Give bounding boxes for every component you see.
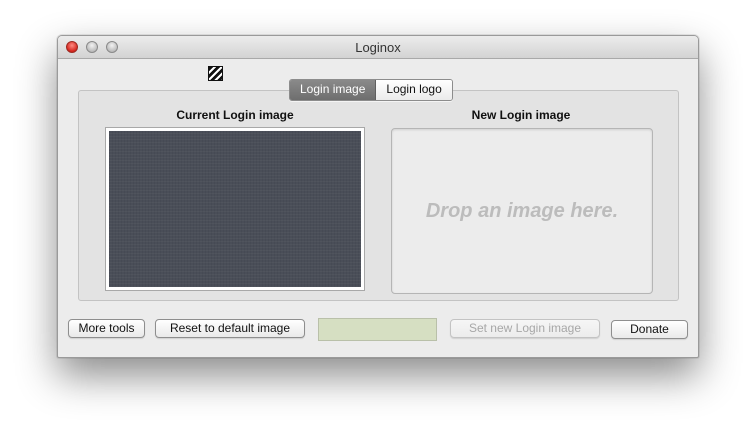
current-login-image-label: Current Login image (176, 108, 294, 122)
title-bar: Loginox (58, 36, 698, 59)
tab-panel: Current Login image New Login image Drop… (78, 90, 679, 301)
tab-login-logo[interactable]: Login logo (376, 80, 452, 100)
set-new-login-image-button[interactable]: Set new Login image (450, 319, 600, 338)
app-window: Loginox Login image Login logo Current L… (57, 35, 699, 358)
more-tools-button[interactable]: More tools (68, 319, 145, 338)
drop-hint-text: Drop an image here. (425, 199, 619, 222)
new-login-image-dropzone[interactable]: Drop an image here. (391, 128, 653, 294)
new-login-image-label: New Login image (471, 108, 571, 122)
tab-bar: Login image Login logo (289, 79, 453, 101)
color-well[interactable] (318, 318, 437, 341)
app-logo-icon (208, 66, 223, 81)
tab-login-image[interactable]: Login image (290, 80, 377, 100)
current-login-image-preview (106, 128, 364, 290)
donate-button[interactable]: Donate (611, 320, 688, 339)
window-title: Loginox (355, 40, 401, 55)
reset-default-image-button[interactable]: Reset to default image (155, 319, 305, 338)
